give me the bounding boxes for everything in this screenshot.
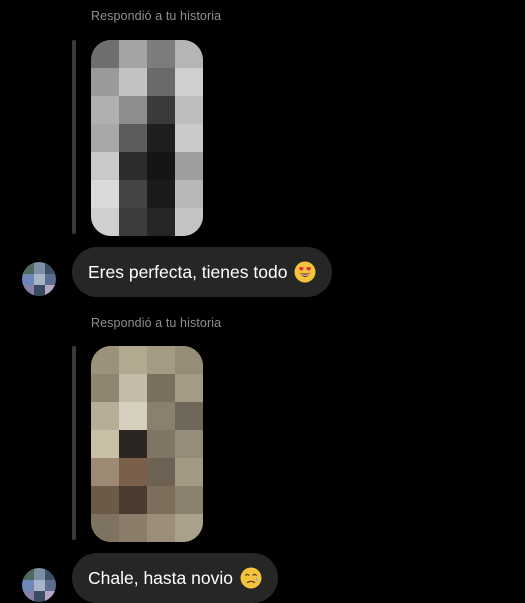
message-text: Chale, hasta novio: [88, 567, 233, 588]
pixelated-story-image-grayscale: [91, 40, 203, 236]
sad-tear-emoji-icon: [240, 567, 262, 589]
story-thumbnail[interactable]: [91, 40, 203, 236]
reply-indicator-bar: [72, 40, 76, 234]
reply-to-story-label: Respondió a tu historia: [91, 9, 222, 23]
pixelated-story-image-beige: [91, 346, 203, 542]
reply-indicator-bar: [72, 346, 76, 540]
message-bubble[interactable]: Eres perfecta, tienes todo: [72, 247, 333, 297]
message-bubble[interactable]: Chale, hasta novio: [72, 553, 278, 603]
sender-avatar[interactable]: [22, 568, 56, 602]
message-text: Eres perfecta, tienes todo: [88, 261, 288, 282]
sender-avatar[interactable]: [22, 262, 56, 296]
pixelated-avatar-icon: [22, 262, 56, 296]
heart-eyes-emoji-icon: [294, 261, 316, 283]
pixelated-avatar-icon: [22, 568, 56, 602]
story-thumbnail[interactable]: [91, 346, 203, 542]
reply-to-story-label: Respondió a tu historia: [91, 316, 222, 330]
